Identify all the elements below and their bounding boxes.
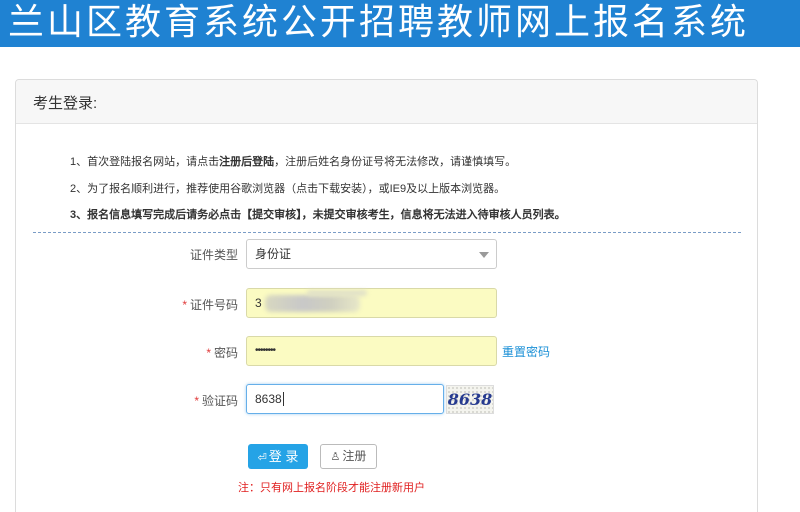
id-type-label-text: 证件类型 (189, 248, 238, 262)
redacted-blur (265, 295, 360, 312)
redacted-blur-top (307, 290, 367, 296)
id-number-label: * 证件号码 (118, 296, 238, 313)
instruction-3: 3、报名信息填写完成后请务必点击【提交审核】，未提交审核考生，信息将无法进入待审… (70, 209, 566, 221)
password-label-text: 密码 (213, 346, 238, 360)
id-number-label-text: 证件号码 (189, 298, 238, 312)
header-banner: 兰山区教育系统公开招聘教师网上报名系统 (0, 0, 800, 47)
registration-note: 注：只有网上报名阶段才能注册新用户 (238, 482, 425, 494)
site-title: 兰山区教育系统公开招聘教师网上报名系统 (8, 2, 750, 43)
text-cursor (282, 392, 284, 406)
dashed-divider (33, 232, 741, 233)
panel-title: 考生登录: (33, 95, 98, 112)
register-button-label: 注册 (342, 449, 367, 463)
captcha-label: * 验证码 (118, 392, 238, 409)
instruction-2: 2、为了报名顺利进行，推荐使用谷歌浏览器（点击下载安装），或IE9及以上版本浏览… (70, 183, 506, 195)
login-button-label: 登 录 (268, 449, 299, 464)
required-mark: * (182, 298, 187, 312)
required-mark: * (194, 394, 199, 408)
captcha-value: 8638 (255, 392, 282, 406)
password-label: * 密码 (118, 344, 238, 361)
id-number-input[interactable]: 3 (246, 288, 497, 318)
login-icon: ⏎ (257, 452, 267, 464)
captcha-label-text: 验证码 (201, 394, 238, 408)
required-mark: * (206, 346, 211, 360)
id-number-value: 3 (255, 296, 262, 310)
instruction-1-suffix: ，注册后姓名身份证号将无法修改，请谨慎填写。 (274, 156, 517, 168)
captcha-input[interactable]: 8638 (246, 384, 444, 414)
password-input[interactable]: •••••••• (246, 336, 497, 366)
id-type-value: 身份证 (255, 247, 292, 261)
instruction-1-prefix: 1、首次登陆报名网站，请点击 (70, 156, 220, 168)
password-value: •••••••• (255, 345, 276, 356)
captcha-image-text: 8638 (447, 390, 493, 409)
instruction-1: 1、首次登陆报名网站，请点击注册后登陆，注册后姓名身份证号将无法修改，请谨慎填写… (70, 153, 516, 169)
captcha-image[interactable]: 8638 (446, 385, 494, 414)
user-icon: ♙ (330, 451, 341, 463)
login-panel-header: 考生登录: (16, 80, 757, 124)
reset-password-link[interactable]: 重置密码 (502, 343, 550, 360)
login-button[interactable]: ⏎ 登 录 (248, 444, 308, 469)
id-type-select[interactable]: 身份证 (246, 239, 497, 269)
chevron-down-icon (479, 252, 489, 258)
id-type-label: 证件类型 (118, 246, 238, 263)
instruction-1-bold: 注册后登陆 (219, 156, 275, 168)
register-button[interactable]: ♙ 注册 (320, 444, 377, 469)
